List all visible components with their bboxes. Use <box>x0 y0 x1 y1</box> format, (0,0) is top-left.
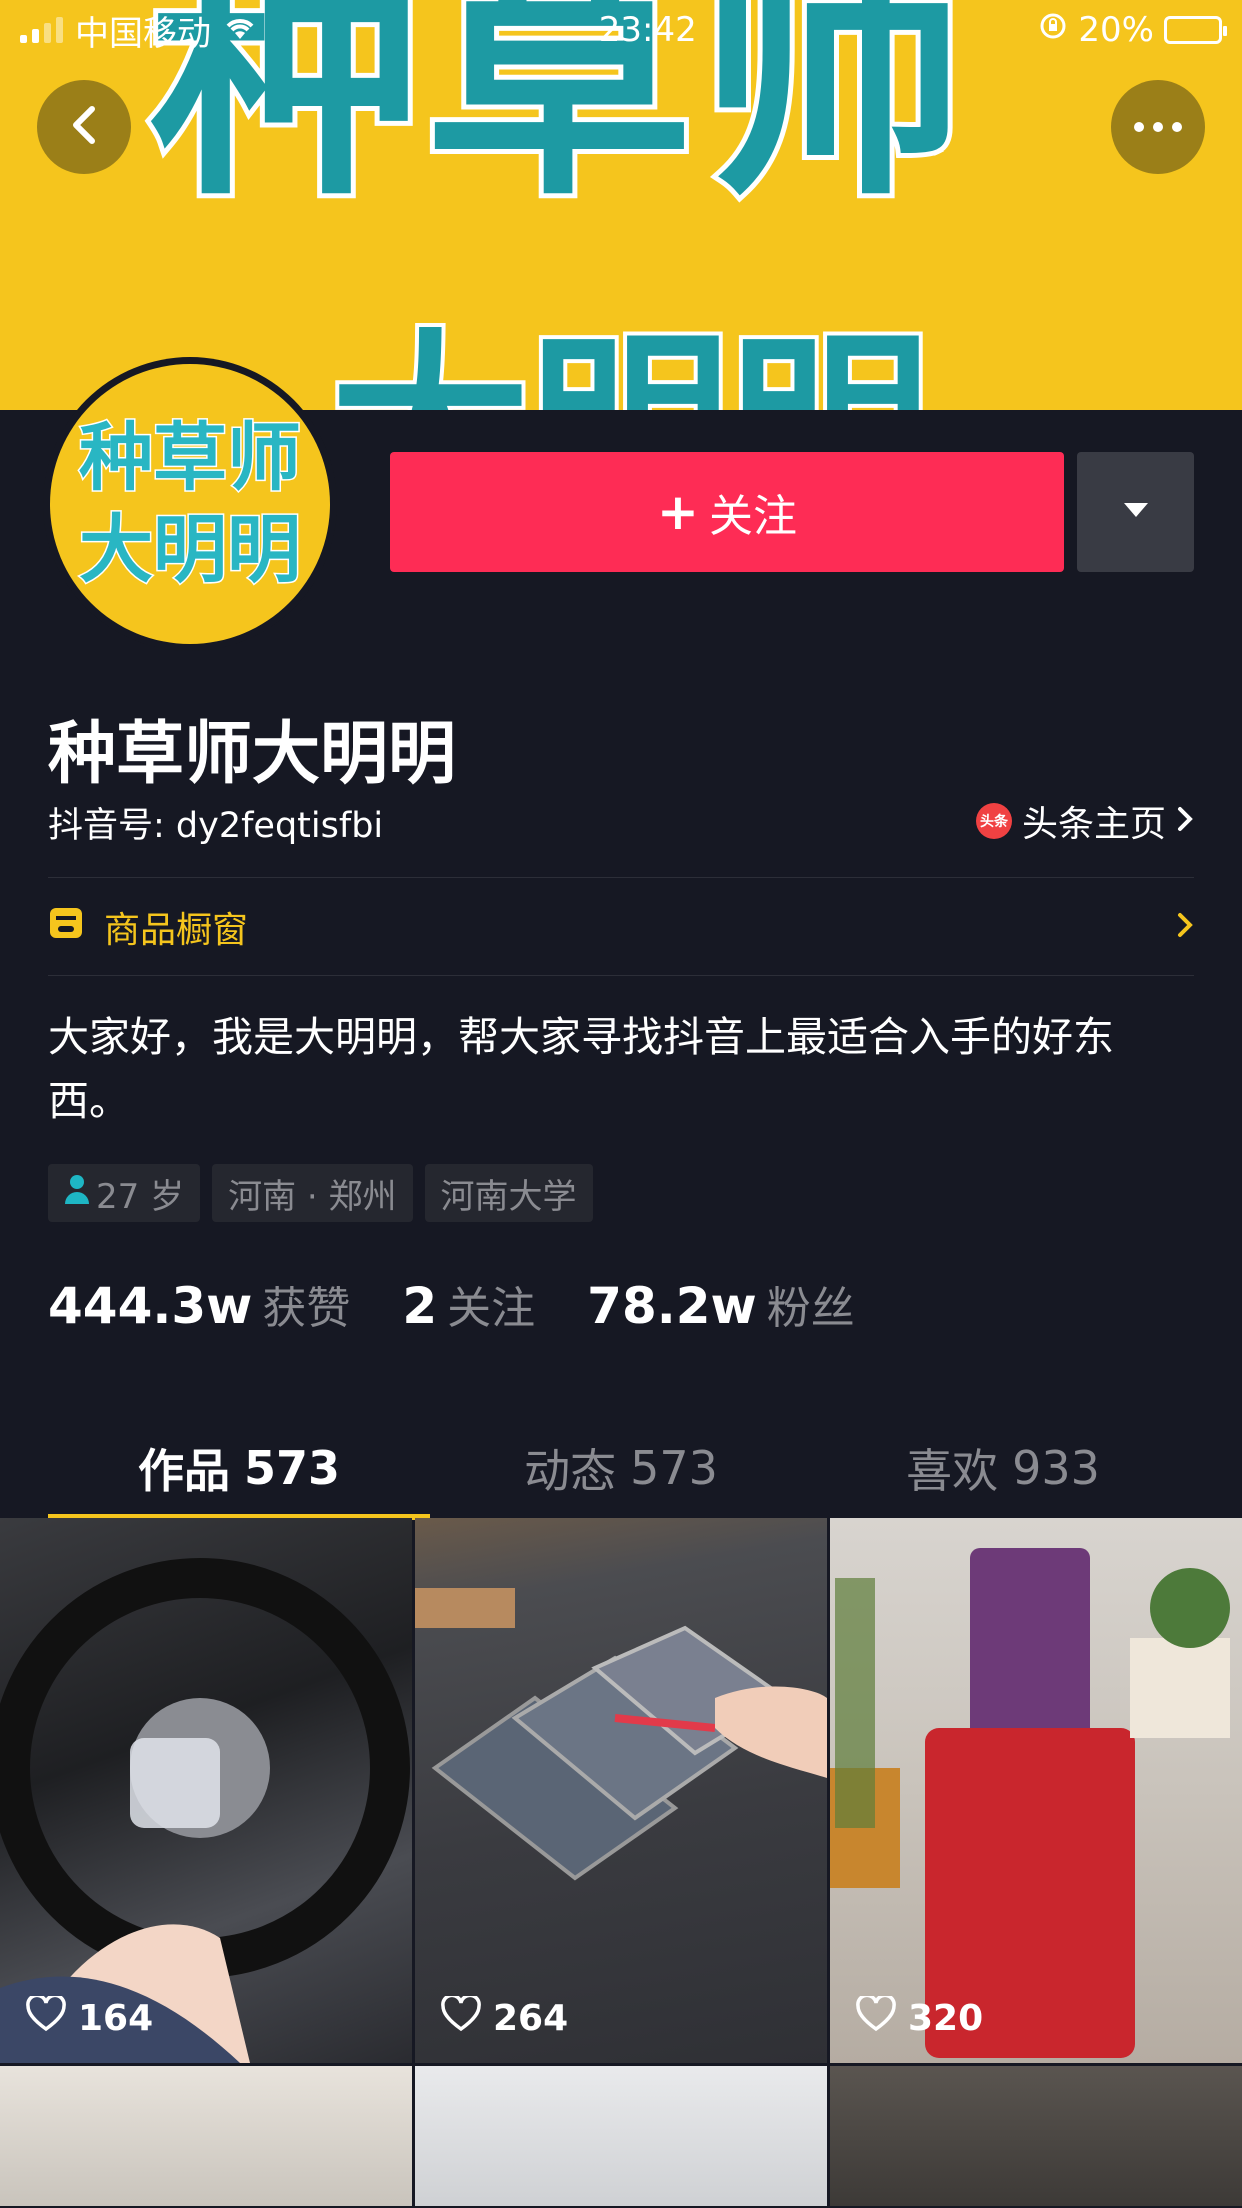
tab-activity-count: 573 <box>630 1441 718 1495</box>
person-icon <box>64 1173 90 1213</box>
heart-icon <box>26 1993 66 2041</box>
tab-likes-count: 933 <box>1012 1441 1100 1495</box>
profile-tags: 27 岁 河南 · 郑州 河南大学 <box>48 1164 593 1222</box>
more-options-button[interactable] <box>1111 80 1205 174</box>
status-bar: 中国移动 23:42 20% <box>0 0 1242 60</box>
divider <box>48 975 1194 976</box>
profile-banner: 种草师 大明明 <box>0 0 1242 410</box>
tab-works[interactable]: 作品 573 <box>48 1420 430 1520</box>
toutiao-label: 头条主页 <box>1021 804 1166 845</box>
back-button[interactable] <box>37 80 131 174</box>
heart-icon <box>856 1993 896 2041</box>
following-stat[interactable]: 2 关注 <box>402 1272 535 1336</box>
likes-label: 获赞 <box>262 1283 351 1334</box>
chevron-right-icon <box>1176 911 1194 943</box>
age-tag-label: 27 岁 <box>96 1176 185 1217</box>
toutiao-homepage-link[interactable]: 头条 头条主页 <box>975 795 1194 847</box>
chevron-left-icon <box>66 103 102 151</box>
video-thumbnail[interactable] <box>0 2066 412 2206</box>
video-thumbnail[interactable]: 164 <box>0 1518 412 2063</box>
profile-page: 种草师 大明明 中国移动 23:42 20% <box>0 0 1242 2208</box>
divider <box>48 877 1194 878</box>
banner-title-line2: 大明明 <box>326 326 934 411</box>
likes-count: 444.3w <box>48 1277 253 1335</box>
battery-icon <box>1164 16 1227 44</box>
following-label: 关注 <box>447 1283 536 1334</box>
following-count: 2 <box>402 1277 438 1335</box>
shop-label: 商品橱窗 <box>104 910 249 951</box>
caret-down-icon <box>1123 502 1149 522</box>
avatar-text-line1: 种草师 <box>78 413 303 502</box>
signal-icon <box>20 17 63 43</box>
more-dots-icon <box>1133 118 1183 137</box>
content-tabs: 作品 573 动态 573 喜欢 933 <box>48 1420 1194 1520</box>
shop-window-row[interactable]: 商品橱窗 <box>48 900 1194 954</box>
video-likes-count: 164 <box>78 1998 154 2039</box>
followers-count: 78.2w <box>587 1277 757 1335</box>
video-likes-count: 320 <box>908 1998 984 2039</box>
video-likes: 264 <box>441 1993 569 2041</box>
tab-likes-label: 喜欢 <box>906 1444 999 1498</box>
tab-likes[interactable]: 喜欢 933 <box>812 1420 1194 1516</box>
video-thumbnail[interactable]: 264 <box>415 1518 827 2063</box>
profile-name: 种草师大明明 <box>48 715 457 794</box>
follow-button[interactable]: + 关注 <box>390 452 1064 572</box>
video-thumbnail[interactable] <box>830 2066 1242 2206</box>
followers-label: 粉丝 <box>766 1283 855 1334</box>
battery-percent: 20% <box>1078 10 1154 50</box>
wifi-icon <box>223 10 257 50</box>
likes-stat[interactable]: 444.3w 获赞 <box>48 1272 350 1336</box>
video-grid: 164 264 320 <box>0 1518 1242 2206</box>
followers-stat[interactable]: 78.2w 粉丝 <box>587 1272 855 1336</box>
follow-label: 关注 <box>708 491 797 542</box>
location-tag-label: 河南 · 郑州 <box>228 1176 397 1217</box>
video-likes: 164 <box>26 1993 154 2041</box>
age-tag: 27 岁 <box>48 1164 201 1222</box>
avatar[interactable]: 种草师 大明明 <box>43 357 337 651</box>
video-likes: 320 <box>856 1993 984 2041</box>
tab-activity-label: 动态 <box>524 1444 617 1498</box>
status-time: 23:42 <box>598 10 697 50</box>
school-tag-label: 河南大学 <box>440 1176 577 1217</box>
avatar-text-line2: 大明明 <box>78 506 303 595</box>
chevron-right-icon <box>1176 801 1194 842</box>
orientation-lock-icon <box>1038 10 1068 50</box>
shop-icon <box>48 906 84 949</box>
profile-stats: 444.3w 获赞 2 关注 78.2w 粉丝 <box>48 1272 855 1336</box>
douyin-id: 抖音号: dy2feqtisfbi <box>48 806 384 846</box>
heart-icon <box>441 1993 481 2041</box>
plus-icon: + <box>657 483 699 541</box>
school-tag[interactable]: 河南大学 <box>424 1164 593 1222</box>
carrier-label: 中国移动 <box>75 13 211 54</box>
tab-activity[interactable]: 动态 573 <box>430 1420 812 1516</box>
location-tag: 河南 · 郑州 <box>212 1164 413 1222</box>
tab-works-label: 作品 <box>137 1444 230 1498</box>
video-likes-count: 264 <box>493 1998 569 2039</box>
profile-bio: 大家好，我是大明明，帮大家寻找抖音上最适合入手的好东西。 <box>48 1013 1114 1125</box>
toutiao-icon: 头条 <box>975 803 1012 839</box>
video-thumbnail[interactable] <box>415 2066 827 2206</box>
video-thumbnail[interactable]: 320 <box>830 1518 1242 2063</box>
recommend-dropdown-button[interactable] <box>1077 452 1194 572</box>
tab-works-count: 573 <box>243 1441 341 1495</box>
